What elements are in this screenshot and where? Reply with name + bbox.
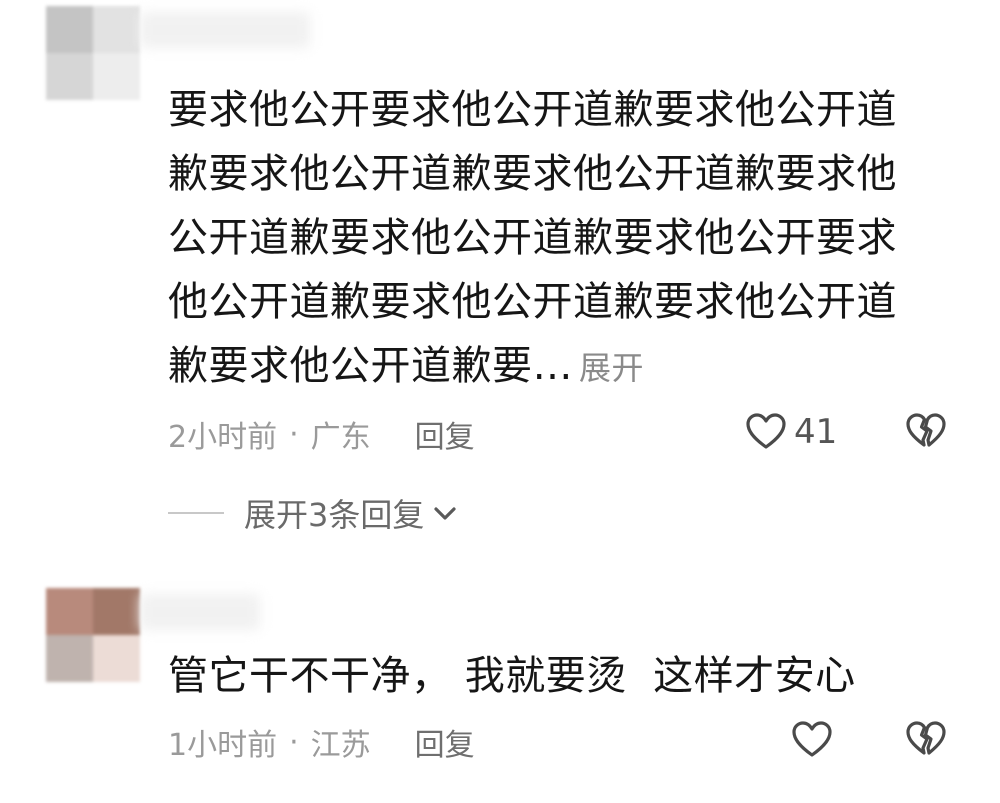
- avatar[interactable]: [46, 588, 140, 682]
- meta-separator: ·: [289, 724, 299, 760]
- like-count: 41: [794, 412, 838, 452]
- comment-item: 要求他公开要求他公开道歉要求他公开道歉要求他公开道歉要求他公开道歉要求他公开道歉…: [0, 0, 1000, 560]
- comment-location: 广东: [310, 420, 371, 455]
- broken-heart-icon[interactable]: [904, 718, 948, 762]
- comment-actions: 41: [744, 410, 948, 454]
- divider-line: [168, 512, 224, 514]
- comment-meta: 2小时前 · 广东 回复: [168, 412, 475, 456]
- comment-time: 1小时前: [168, 728, 278, 763]
- reply-button[interactable]: 回复: [415, 720, 475, 764]
- comment-location: 江苏: [310, 728, 371, 763]
- expand-replies-button[interactable]: 展开3条回复: [168, 490, 460, 536]
- comment-text: 要求他公开要求他公开道歉要求他公开道歉要求他公开道歉要求他公开道歉要求他公开道歉…: [168, 78, 928, 400]
- avatar[interactable]: [46, 6, 140, 100]
- comment-body: 要求他公开要求他公开道歉要求他公开道歉要求他公开道歉要求他公开道歉要求他公开道歉…: [168, 87, 897, 389]
- reply-button[interactable]: 回复: [415, 412, 475, 456]
- heart-outline-icon[interactable]: [790, 718, 834, 762]
- comment-meta: 1小时前 · 江苏 回复: [168, 720, 475, 764]
- broken-heart-icon[interactable]: [904, 410, 948, 454]
- meta-separator: ·: [289, 416, 299, 452]
- username-blurred[interactable]: [140, 12, 310, 48]
- like-button[interactable]: 41: [744, 410, 838, 454]
- comment-text: 管它干不干净， 我就要烫 这样才安心: [168, 653, 856, 699]
- comment-time: 2小时前: [168, 420, 278, 455]
- heart-outline-icon: [746, 413, 786, 449]
- username-blurred[interactable]: [140, 594, 260, 630]
- expand-text-link[interactable]: 展开: [579, 349, 644, 387]
- comment-actions: [790, 718, 948, 762]
- expand-replies-label: 展开3条回复: [244, 496, 425, 534]
- comment-item: 管它干不干净， 我就要烫 这样才安心 1小时前 · 江苏 回复: [0, 580, 1000, 803]
- chevron-down-icon: [434, 507, 456, 520]
